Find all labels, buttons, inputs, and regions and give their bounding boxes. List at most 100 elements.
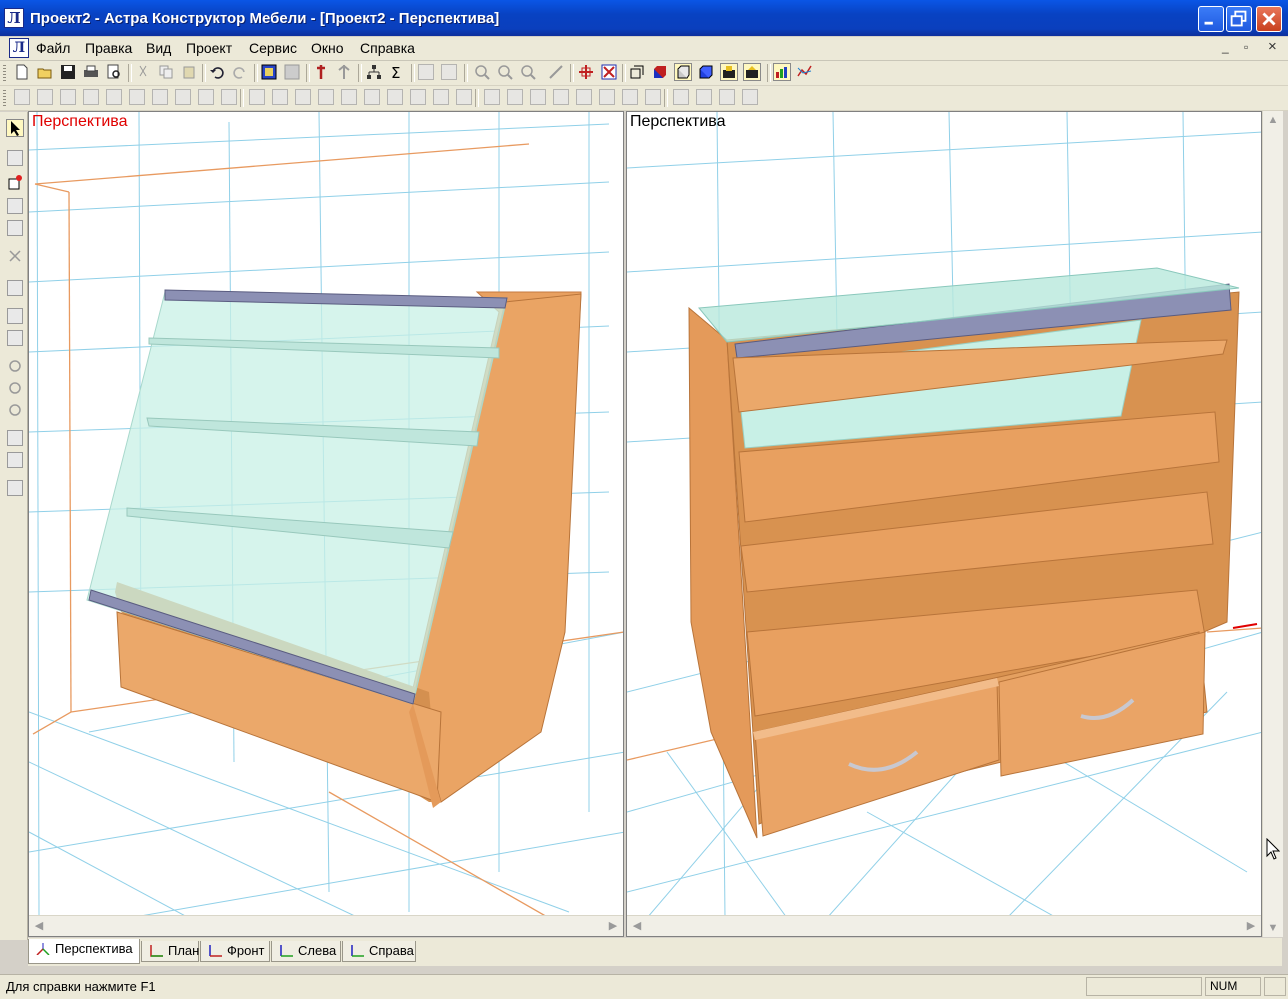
toolbar-grip[interactable] <box>3 64 6 82</box>
tab-perspective[interactable]: Перспектива <box>28 939 140 964</box>
tool-4-icon[interactable] <box>83 89 99 105</box>
tool-10-icon[interactable] <box>221 89 237 105</box>
mdi-minimize-button[interactable]: _ <box>1222 40 1229 54</box>
view-photo-icon[interactable] <box>743 63 761 81</box>
status-pane-grip[interactable] <box>1264 977 1286 996</box>
scale2-icon[interactable] <box>7 452 23 468</box>
import-icon[interactable] <box>313 64 329 80</box>
view-wire-icon[interactable] <box>629 64 645 80</box>
print-icon[interactable] <box>83 64 99 80</box>
print-preview-icon[interactable] <box>106 64 122 80</box>
tool-27-icon[interactable] <box>622 89 638 105</box>
tree-icon[interactable] <box>366 64 382 80</box>
menu-edit[interactable]: Правка <box>85 40 132 56</box>
tool-3-icon[interactable] <box>60 89 76 105</box>
view-scene-icon[interactable] <box>720 63 738 81</box>
rotate-left-icon[interactable] <box>7 358 23 374</box>
tab-front[interactable]: Фронт <box>200 941 270 962</box>
paste-icon[interactable] <box>181 64 197 80</box>
tool-21-icon[interactable] <box>484 89 500 105</box>
frame-icon[interactable] <box>418 64 434 80</box>
horizontal-scrollbar-left[interactable]: ◀ ▶ <box>29 915 623 936</box>
tab-right[interactable]: Справа <box>342 941 416 962</box>
tool-8-icon[interactable] <box>175 89 191 105</box>
close-button[interactable] <box>1256 6 1282 32</box>
tool-30-icon[interactable] <box>696 89 712 105</box>
tab-left[interactable]: Слева <box>271 941 341 962</box>
view-texture-icon[interactable] <box>698 64 714 80</box>
mdi-restore-button[interactable]: ▫ <box>1244 40 1248 54</box>
tool-6-icon[interactable] <box>129 89 145 105</box>
tool-2-icon[interactable] <box>37 89 53 105</box>
copy-icon[interactable] <box>158 64 174 80</box>
tool-24-icon[interactable] <box>553 89 569 105</box>
tool-13-icon[interactable] <box>295 89 311 105</box>
scroll-up-arrow-icon[interactable]: ▲ <box>1266 113 1280 127</box>
scroll-left-arrow-icon[interactable]: ◀ <box>32 919 46 933</box>
scroll-down-arrow-icon[interactable]: ▼ <box>1266 921 1280 935</box>
vertical-scrollbar-right[interactable]: ▲ ▼ <box>1262 111 1283 937</box>
sum-icon[interactable]: Σ <box>389 64 405 80</box>
tool-14-icon[interactable] <box>318 89 334 105</box>
frame2-icon[interactable] <box>441 64 457 80</box>
redo-icon[interactable] <box>232 64 248 80</box>
tab-plan[interactable]: План <box>141 941 199 962</box>
view-shaded-icon[interactable] <box>674 63 692 81</box>
cut-icon[interactable] <box>135 64 151 80</box>
zoom-fit-icon[interactable] <box>520 64 536 80</box>
tool-20-icon[interactable] <box>456 89 472 105</box>
undo-icon[interactable] <box>209 64 225 80</box>
new-file-icon[interactable] <box>14 64 30 80</box>
tool-18-icon[interactable] <box>410 89 426 105</box>
scroll-right-arrow-icon[interactable]: ▶ <box>606 919 620 933</box>
view-solid-icon[interactable] <box>652 64 668 80</box>
measure-icon[interactable] <box>548 64 564 80</box>
scroll-left-arrow-icon[interactable]: ◀ <box>630 919 644 933</box>
menu-window[interactable]: Окно <box>311 40 344 56</box>
tool-15-icon[interactable] <box>341 89 357 105</box>
tool-22-icon[interactable] <box>507 89 523 105</box>
snap-icon[interactable] <box>578 64 594 80</box>
delete-icon[interactable] <box>601 64 617 80</box>
close-shape-icon[interactable] <box>7 248 23 264</box>
rotate-right-icon[interactable] <box>7 402 23 418</box>
chart-icon[interactable] <box>773 63 791 81</box>
tool-31-icon[interactable] <box>719 89 735 105</box>
pen-icon[interactable] <box>7 150 23 166</box>
select-all-icon[interactable] <box>261 64 277 80</box>
tool-5-icon[interactable] <box>106 89 122 105</box>
graph-icon[interactable] <box>797 64 813 80</box>
tool-32-icon[interactable] <box>742 89 758 105</box>
edit-shape-icon[interactable] <box>7 220 23 236</box>
open-folder-icon[interactable] <box>37 64 53 80</box>
minimize-button[interactable] <box>1198 6 1224 32</box>
maximize-button[interactable] <box>1226 6 1252 32</box>
tool-16-icon[interactable] <box>364 89 380 105</box>
document-icon[interactable]: Л <box>9 38 29 58</box>
export-icon[interactable] <box>336 64 352 80</box>
tool-26-icon[interactable] <box>599 89 615 105</box>
properties-icon[interactable] <box>7 480 23 496</box>
mdi-close-button[interactable]: × <box>1268 38 1277 55</box>
align-icon[interactable] <box>7 308 23 324</box>
tool-29-icon[interactable] <box>673 89 689 105</box>
menu-help[interactable]: Справка <box>360 40 415 56</box>
distribute-icon[interactable] <box>7 330 23 346</box>
toolbar-grip[interactable] <box>3 89 6 107</box>
hatch-icon[interactable] <box>284 64 300 80</box>
menu-project[interactable]: Проект <box>186 40 232 56</box>
tool-11-icon[interactable] <box>249 89 265 105</box>
tool-23-icon[interactable] <box>530 89 546 105</box>
zoom-in-icon[interactable] <box>474 64 490 80</box>
tool-19-icon[interactable] <box>433 89 449 105</box>
rectangle-icon[interactable] <box>7 198 23 214</box>
tool-25-icon[interactable] <box>576 89 592 105</box>
horizontal-scrollbar-right[interactable]: ◀ ▶ <box>627 915 1261 936</box>
menu-service[interactable]: Сервис <box>249 40 297 56</box>
tool-12-icon[interactable] <box>272 89 288 105</box>
scale-icon[interactable] <box>7 430 23 446</box>
tool-17-icon[interactable] <box>387 89 403 105</box>
scroll-right-arrow-icon[interactable]: ▶ <box>1244 919 1258 933</box>
tool-28-icon[interactable] <box>645 89 661 105</box>
menu-view[interactable]: Вид <box>146 40 171 56</box>
